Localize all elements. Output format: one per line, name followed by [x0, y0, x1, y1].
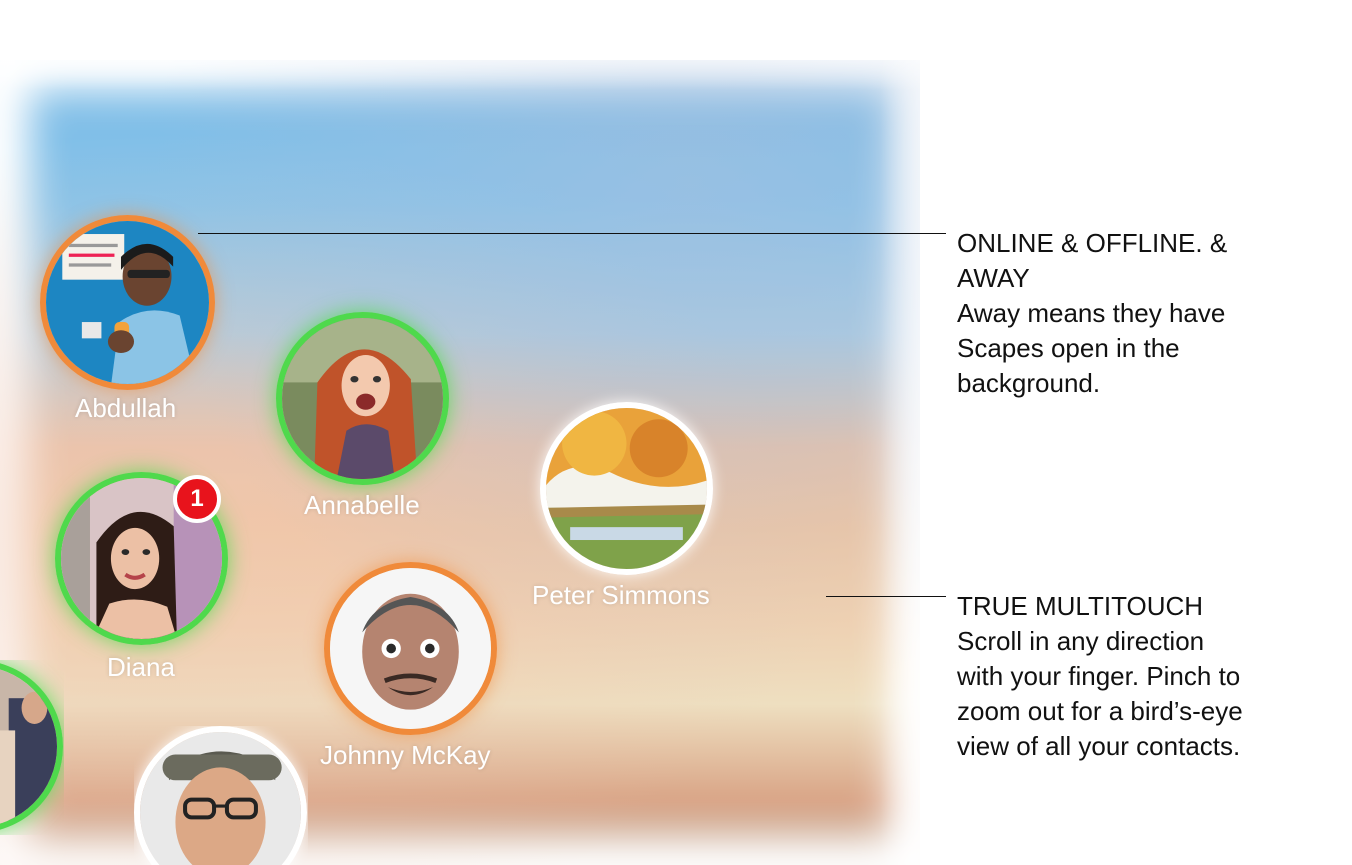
- avatar-ring-away: [40, 215, 215, 390]
- avatar-ring-online: [276, 312, 449, 485]
- avatar-peter-simmons: [546, 408, 707, 569]
- contact-name: Annabelle: [304, 490, 420, 520]
- note-title: ONLINE & OFFLINE. & AWAY: [957, 228, 1228, 293]
- avatar-abdullah: [46, 221, 209, 384]
- contact-name: Abdullah: [75, 393, 177, 423]
- avatar-ring-offline: [134, 726, 307, 865]
- contact-abdullah[interactable]: Abdullah: [40, 215, 215, 425]
- avatar-ring-offline: [540, 402, 713, 575]
- contact-name: Diana: [107, 652, 175, 682]
- canvas-fade-right: [880, 40, 960, 865]
- contact-partial-left[interactable]: [0, 660, 64, 835]
- contact-name: Johnny McKay: [320, 740, 491, 770]
- avatar-ring-away: [324, 562, 497, 735]
- note-title: TRUE MULTITOUCH: [957, 591, 1204, 621]
- canvas-fade-top: [0, 40, 960, 90]
- unread-badge: 1: [173, 475, 221, 523]
- note-multitouch: TRUE MULTITOUCH Scroll in any direction …: [957, 589, 1247, 764]
- note-status: ONLINE & OFFLINE. & AWAY Away means they…: [957, 226, 1257, 401]
- leader-line-status: [198, 233, 946, 234]
- avatar-partial-bottom: [140, 732, 301, 865]
- contact-name: Peter Simmons: [532, 580, 710, 610]
- note-body: Scroll in any direction with your finger…: [957, 626, 1243, 761]
- contact-partial-bottom[interactable]: [134, 726, 308, 865]
- leader-line-multitouch: [826, 596, 946, 597]
- avatar-partial-left: [0, 666, 57, 827]
- avatar-annabelle: [282, 318, 443, 479]
- contact-annabelle[interactable]: Annabelle: [276, 312, 451, 527]
- avatar-johnny-mckay: [330, 568, 491, 729]
- contact-johnny-mckay[interactable]: Johnny McKay: [320, 562, 505, 777]
- avatar-ring-online: [0, 660, 63, 833]
- contact-peter-simmons[interactable]: Peter Simmons: [532, 402, 722, 614]
- contact-diana[interactable]: 1 Diana: [55, 472, 230, 687]
- note-body: Away means they have Scapes open in the …: [957, 298, 1226, 398]
